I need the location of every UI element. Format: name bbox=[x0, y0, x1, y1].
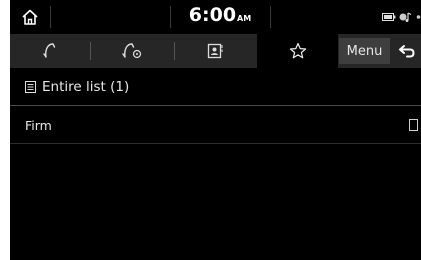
contacts-book-icon bbox=[207, 43, 223, 59]
list-item-label: Firm bbox=[25, 118, 52, 133]
tab-call-history[interactable] bbox=[10, 34, 90, 68]
back-button[interactable] bbox=[393, 34, 421, 68]
tab-contacts[interactable] bbox=[175, 34, 257, 68]
bluetooth-music-icon bbox=[399, 12, 412, 22]
back-arrow-icon bbox=[399, 45, 415, 58]
home-icon bbox=[22, 9, 38, 25]
clock-ampm: AM bbox=[237, 14, 252, 23]
clock-time: 6:00 bbox=[188, 4, 237, 26]
screen: 6:00AM Menu Entire list (1) Firm bbox=[10, 0, 421, 260]
tab-dialer[interactable] bbox=[91, 34, 174, 68]
list-icon bbox=[25, 81, 36, 93]
home-button[interactable] bbox=[10, 0, 50, 34]
menu-button[interactable]: Menu bbox=[339, 38, 390, 64]
status-bar: 6:00AM bbox=[10, 0, 421, 34]
signal-dot-icon bbox=[416, 15, 421, 19]
list-item[interactable]: Firm bbox=[10, 106, 421, 144]
star-outline-icon bbox=[289, 42, 306, 59]
list-header[interactable]: Entire list (1) bbox=[10, 68, 421, 106]
tab-favorites[interactable] bbox=[257, 34, 338, 68]
status-icons bbox=[382, 10, 421, 24]
phone-curve-icon bbox=[43, 43, 56, 58]
status-divider bbox=[270, 6, 271, 28]
clock: 6:00AM bbox=[170, 4, 270, 26]
battery-icon bbox=[382, 13, 396, 21]
tab-bar: Menu bbox=[10, 34, 421, 68]
status-divider bbox=[50, 6, 51, 28]
list-header-label: Entire list (1) bbox=[42, 79, 130, 95]
phone-dial-icon bbox=[121, 43, 141, 59]
item-checkbox[interactable] bbox=[409, 119, 418, 131]
